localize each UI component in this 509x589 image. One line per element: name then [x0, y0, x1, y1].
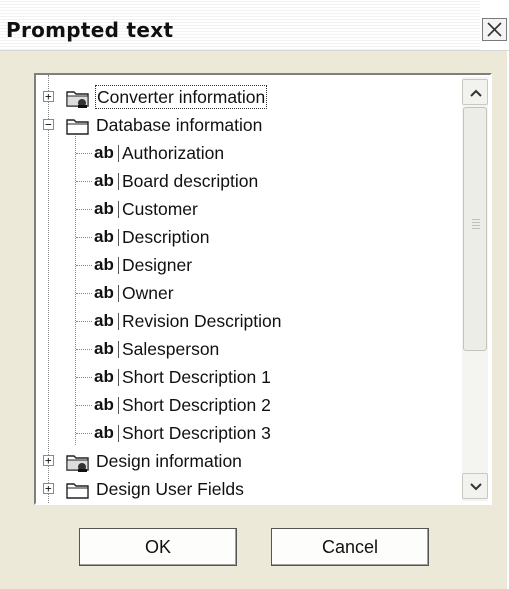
tree-item-authorization[interactable]: ab Authorization: [36, 139, 462, 167]
tree-item-converter-information[interactable]: + Converter information: [36, 83, 462, 111]
tree-item-label: Database information: [96, 115, 263, 135]
scroll-up-button[interactable]: [462, 79, 488, 105]
text-field-icon: ab: [94, 395, 119, 414]
tree-line: [76, 181, 92, 182]
tree-item-label: Owner: [122, 283, 174, 303]
folder-network-icon: [66, 455, 89, 472]
tree-item-description[interactable]: ab Description: [36, 223, 462, 251]
tree-item-label: Description: [122, 227, 210, 247]
tree-item-revision-description[interactable]: ab Revision Description: [36, 307, 462, 335]
text-field-icon: ab: [94, 367, 119, 386]
tree-line: [76, 237, 92, 238]
tree-item-label: Board description: [122, 171, 259, 191]
tree-item-label: Revision Description: [122, 311, 282, 331]
expand-button[interactable]: +: [43, 455, 54, 466]
tree-item-owner[interactable]: ab Owner: [36, 279, 462, 307]
tree-item-designer[interactable]: ab Designer: [36, 251, 462, 279]
text-field-icon: ab: [94, 311, 119, 330]
tree-item-label: Short Description 2: [122, 395, 271, 415]
tree-item-short-description-1[interactable]: ab Short Description 1: [36, 363, 462, 391]
collapse-button[interactable]: −: [43, 119, 54, 130]
vertical-scrollbar[interactable]: [462, 77, 488, 501]
cancel-button[interactable]: Cancel: [271, 528, 429, 566]
scroll-down-button[interactable]: [462, 473, 488, 499]
tree-line: [76, 209, 92, 210]
tree-item-short-description-2[interactable]: ab Short Description 2: [36, 391, 462, 419]
folder-network-icon: [66, 91, 89, 108]
tree-item-salesperson[interactable]: ab Salesperson: [36, 335, 462, 363]
tree-item-label: Converter information: [94, 85, 268, 109]
tree-item-short-description-3[interactable]: ab Short Description 3: [36, 419, 462, 447]
chevron-down-icon: [470, 483, 482, 491]
tree-item-label: Design information: [96, 451, 242, 471]
tree-view[interactable]: + Converter information − Database infor…: [34, 73, 492, 505]
tree-item-board-description[interactable]: ab Board description: [36, 167, 462, 195]
chevron-up-icon: [470, 89, 482, 97]
text-field-icon: ab: [94, 283, 119, 302]
expand-button[interactable]: +: [43, 483, 54, 494]
tree-item-label: Salesperson: [122, 339, 220, 359]
text-field-icon: ab: [94, 227, 119, 246]
expand-button[interactable]: +: [43, 91, 54, 102]
text-field-icon: ab: [94, 339, 119, 358]
tree-line: [76, 153, 92, 154]
tree-line: [76, 265, 92, 266]
tree-item-design-user-fields[interactable]: + Design User Fields: [36, 475, 462, 503]
tree-item-database-information[interactable]: − Database information: [36, 111, 462, 139]
tree-content: + Converter information − Database infor…: [36, 75, 462, 503]
tree-item-label: Short Description 3: [122, 423, 271, 443]
text-field-icon: ab: [94, 423, 119, 442]
text-field-icon: ab: [94, 199, 119, 218]
tree-line: [76, 293, 92, 294]
text-field-icon: ab: [94, 171, 119, 190]
tree-item-label: Customer: [122, 199, 198, 219]
ok-button[interactable]: OK: [79, 528, 237, 566]
close-icon: [487, 22, 502, 37]
tree-item-label: Authorization: [122, 143, 225, 163]
title-bar: Prompted text: [0, 0, 509, 51]
tree-item-label: Design User Fields: [96, 479, 244, 499]
scroll-thumb[interactable]: [463, 107, 487, 351]
tree-item-customer[interactable]: ab Customer: [36, 195, 462, 223]
close-button[interactable]: [482, 18, 507, 41]
tree-line: [76, 377, 92, 378]
text-field-icon: ab: [94, 255, 119, 274]
tree-line: [76, 321, 92, 322]
tree-item-design-information[interactable]: + Design information: [36, 447, 462, 475]
folder-icon: [66, 483, 89, 499]
text-field-icon: ab: [94, 143, 119, 162]
tree-item-label: Short Description 1: [122, 367, 271, 387]
tree-line: [76, 349, 92, 350]
tree-line: [76, 405, 92, 406]
tree-item-label: Designer: [122, 255, 193, 275]
tree-line: [76, 433, 92, 434]
folder-open-icon: [66, 119, 89, 135]
window-title: Prompted text: [6, 18, 174, 42]
